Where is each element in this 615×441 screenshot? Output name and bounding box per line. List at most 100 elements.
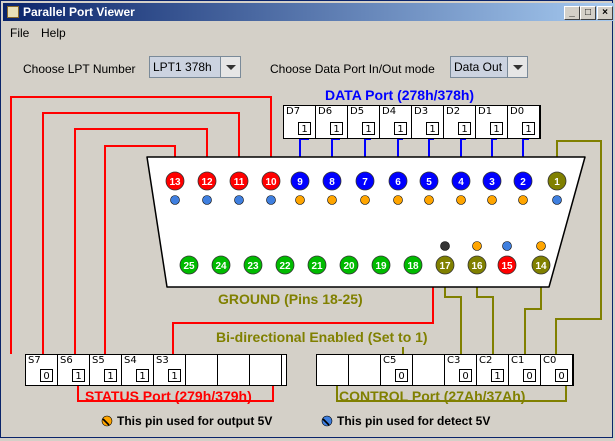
- bit-value-field[interactable]: 1: [330, 122, 343, 135]
- status-port-bit: S6 1: [58, 355, 90, 385]
- data-port-bit: D1 1: [476, 106, 508, 138]
- pin-1: 1: [547, 171, 567, 191]
- control-port-register: C5 0 C3 0 C2 1 C1 0 C0 0: [316, 354, 574, 386]
- app-window: Parallel Port Viewer _ □ × File Help Cho…: [0, 0, 614, 438]
- data-port-bit: D4 1: [380, 106, 412, 138]
- bit-value-field[interactable]: 1: [522, 122, 535, 135]
- pin-number: 23: [247, 261, 259, 272]
- bit-value-field[interactable]: 1: [426, 122, 439, 135]
- pin-number: 21: [311, 261, 323, 272]
- pin-19: 19: [371, 255, 391, 275]
- bit-value-field[interactable]: 0: [40, 369, 53, 382]
- detect-pin-icon: [321, 415, 333, 427]
- pin-number: 18: [407, 261, 419, 272]
- pin-number: 8: [329, 177, 335, 188]
- bit-value-field[interactable]: 1: [168, 369, 181, 382]
- pin-number: 2: [520, 177, 526, 188]
- detect-pin-indicator: [170, 195, 180, 205]
- pin-number: 15: [501, 261, 513, 272]
- output-pin-indicator: [424, 195, 434, 205]
- bit-value-field[interactable]: 1: [394, 122, 407, 135]
- status-port-bit: S4 1: [122, 355, 154, 385]
- data-port-bit: D5 1: [348, 106, 380, 138]
- bit-name: C2: [479, 355, 493, 366]
- bit-name: D2: [446, 106, 461, 117]
- bit-value-field[interactable]: 1: [136, 369, 149, 382]
- bit-name: S3: [156, 355, 169, 366]
- data-port-bit: D0 1: [508, 106, 540, 138]
- bit-name: D7: [286, 106, 301, 117]
- bit-value-field[interactable]: 1: [490, 122, 503, 135]
- control-port-bit: C0 0: [541, 355, 573, 385]
- pin-number: 3: [489, 177, 495, 188]
- bit-value-field[interactable]: 0: [459, 369, 472, 382]
- detect-pin-indicator: [266, 195, 276, 205]
- pin-7: 7: [355, 171, 375, 191]
- bit-value-field[interactable]: 1: [362, 122, 375, 135]
- pin-15: 15: [497, 255, 517, 275]
- data-port-title: DATA Port (278h/378h): [325, 87, 475, 103]
- output-pin-indicator: [295, 195, 305, 205]
- pin-number: 4: [458, 177, 464, 188]
- pin-number: 1: [554, 177, 560, 188]
- pin-number: 14: [535, 261, 547, 272]
- status-port-bit: S3 1: [154, 355, 186, 385]
- bit-value-field[interactable]: 1: [104, 369, 117, 382]
- control-pin-indicator: [502, 241, 512, 251]
- control-port-bit: C3 0: [445, 355, 477, 385]
- bit-name: S7: [28, 355, 41, 366]
- bit-value-field[interactable]: 0: [395, 369, 408, 382]
- status-port-bit: [186, 355, 218, 385]
- output-pin-indicator: [456, 195, 466, 205]
- control-port-bit: C5 0: [381, 355, 413, 385]
- output-pin-indicator: [518, 195, 528, 205]
- pin-number: 7: [362, 177, 368, 188]
- bit-name: S5: [92, 355, 105, 366]
- control-pin-indicator: [440, 241, 450, 251]
- bit-name: C5: [383, 355, 397, 366]
- status-port-bit: S7 0: [26, 355, 58, 385]
- bit-name: D6: [318, 106, 333, 117]
- bit-value-field[interactable]: 1: [298, 122, 311, 135]
- control-port-bit: [349, 355, 381, 385]
- legend-detect-text: This pin used for detect 5V: [337, 414, 491, 428]
- bit-value-field[interactable]: 0: [555, 369, 568, 382]
- control-port-title: CONTROL Port (27Ah/37Ah): [339, 388, 526, 404]
- bit-name: D1: [478, 106, 493, 117]
- pin-20: 20: [339, 255, 359, 275]
- bit-value-field[interactable]: 0: [523, 369, 536, 382]
- control-pin-indicator: [472, 241, 482, 251]
- pin-9: 9: [290, 171, 310, 191]
- bit-value-field[interactable]: 1: [458, 122, 471, 135]
- status-port-register: S7 0 S6 1 S5 1 S4 1 S3 1: [25, 354, 287, 386]
- data-port-register: D7 1 D6 1 D5 1 D4 1 D3 1 D2 1 D1 1 D0 1: [283, 105, 541, 139]
- bit-name: D3: [414, 106, 429, 117]
- pin-number: 19: [375, 261, 387, 272]
- pin-25: 25: [179, 255, 199, 275]
- detect-pin-indicator: [202, 195, 212, 205]
- pin-number: 24: [215, 261, 227, 272]
- pin-number: 20: [343, 261, 355, 272]
- bit-name: S6: [60, 355, 73, 366]
- pin-6: 6: [388, 171, 408, 191]
- pin-number: 16: [471, 261, 483, 272]
- status-port-bit: [250, 355, 282, 385]
- pin-24: 24: [211, 255, 231, 275]
- output-pin-indicator: [360, 195, 370, 205]
- pin-23: 23: [243, 255, 263, 275]
- detect-pin-indicator: [552, 195, 562, 205]
- bit-name: D5: [350, 106, 365, 117]
- bit-name: C0: [543, 355, 557, 366]
- pin-10: 10: [261, 171, 281, 191]
- pin-number: 11: [234, 177, 245, 188]
- pin-number: 13: [169, 177, 181, 188]
- bit-value-field[interactable]: 1: [491, 369, 504, 382]
- bit-name: D4: [382, 106, 397, 117]
- output-pin-indicator: [327, 195, 337, 205]
- detect-pin-indicator: [234, 195, 244, 205]
- pin-22: 22: [275, 255, 295, 275]
- pin-18: 18: [403, 255, 423, 275]
- bit-value-field[interactable]: 1: [72, 369, 85, 382]
- control-port-bit: C2 1: [477, 355, 509, 385]
- pin-number: 5: [426, 177, 432, 188]
